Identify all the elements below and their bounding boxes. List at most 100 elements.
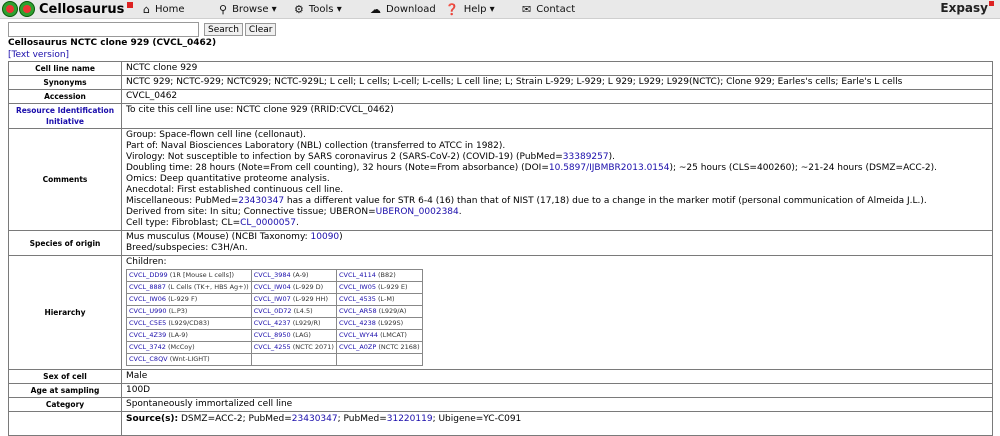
child-accession-link[interactable]: CVCL_4535 [339,295,376,303]
child-accession-link[interactable]: CVCL_3742 [129,343,166,351]
comment-derived: Derived from site: In situ; Connective t… [126,207,988,218]
taxonomy-link[interactable]: 10090 [311,232,340,242]
comment-text: ). [608,152,615,162]
search-button[interactable]: Search [204,23,243,36]
comment-text: Derived from site: In situ; Connective t… [126,207,376,217]
child-description: (L-929 E) [378,283,408,291]
child-accession-link[interactable]: CVCL_U990 [129,307,167,315]
nav-contact[interactable]: ✉ Contact [522,0,575,18]
child-accession-link[interactable]: CVCL_WY44 [339,331,378,339]
expasy-logo[interactable]: Expasy [940,1,994,15]
pubmed-link[interactable]: 23430347 [238,196,284,206]
sources-text: DSMZ=ACC-2; PubMed= [178,414,292,424]
nav-tools[interactable]: ⚙ Tools ▾ [294,0,342,18]
text-version-anchor[interactable]: [Text version] [8,50,69,60]
child-cell: CVCL_U990 (L.P3) [126,305,252,318]
clear-button[interactable]: Clear [244,23,277,36]
child-cell: CVCL_4Z39 (LA-9) [126,329,252,342]
logo-text: Cellosaurus [39,1,125,17]
nav-help-label: Help ▾ [463,3,495,15]
nav-home[interactable]: ⌂ Home [143,0,185,18]
row-age: Age at sampling 100D [8,383,993,398]
child-accession-link[interactable]: CVCL_DD99 [129,271,168,279]
label-rrid-link[interactable]: Resource Identification Initiative [8,103,122,129]
child-accession-link[interactable]: CVCL_8887 [129,283,166,291]
external-link-icon [127,2,134,8]
children-table: CVCL_DD99 (1R [Mouse L cells]) CVCL_3984 … [126,269,423,366]
help-icon: ❓ [445,2,459,16]
search-input[interactable] [8,22,199,37]
child-description: (Wnt-LIGHT) [169,355,210,363]
child-cell: CVCL_3984 (A-9) [250,269,337,282]
label-sex: Sex of cell [8,369,122,384]
doi-link[interactable]: 10.5897/IJBMBR2013.0154 [549,163,670,173]
child-cell: CVCL_4114 (B82) [335,269,423,282]
sources-text: ; Ubigene=YC-C091 [432,414,522,424]
child-accession-link[interactable]: CVCL_C5E5 [129,319,166,327]
child-description: (McCoy) [168,343,195,351]
cellosaurus-logo[interactable]: Cellosaurus [2,1,134,17]
child-description: (L-929 D) [292,283,324,291]
child-accession-link[interactable]: CVCL_4238 [339,319,376,327]
species-line: Mus musculus (Mouse) (NCBI Taxonomy: 100… [126,232,988,243]
child-accession-link[interactable]: CVCL_4237 [254,319,291,327]
comment-misc: Miscellaneous: PubMed=23430347 has a dif… [126,196,988,207]
child-accession-link[interactable]: CVCL_8950 [254,331,291,339]
child-accession-link[interactable]: CVCL_4Z39 [129,331,166,339]
child-cell: CVCL_4535 (L-M) [335,293,423,306]
pubmed-link[interactable]: 33389257 [563,152,609,162]
comment-omics: Omics: Deep quantitative proteome analys… [126,174,330,184]
child-cell: CVCL_IW04 (L-929 D) [250,281,337,294]
label-category: Category [8,397,122,412]
comment-group: Group: Space-flown cell line (cellonaut)… [126,130,306,140]
external-link-icon [989,1,994,6]
child-accession-link[interactable]: CVCL_IW04 [254,283,291,291]
row-comments: Comments Group: Space-flown cell line (c… [8,128,993,231]
child-cell: CVCL_DD99 (1R [Mouse L cells]) [126,269,252,282]
children-row: CVCL_C8QV (Wnt-LIGHT) [126,353,423,366]
children-row: CVCL_3742 (McCoy) CVCL_4255 (NCTC 2071) CV… [126,341,423,354]
child-description: (L929/A) [378,307,407,315]
child-accession-link[interactable]: CVCL_3984 [254,271,291,279]
label-accession: Accession [8,89,122,104]
comment-virology: Virology: Not susceptible to infection b… [126,152,988,163]
children-row: CVCL_IW06 (L-929 F) CVCL_IW07 (L-929 HH) C… [126,293,423,306]
row-cell-line-name: Cell line name NCTC clone 929 [8,61,993,76]
text-version-link[interactable]: [Text version] [8,50,69,60]
child-cell: CVCL_3742 (McCoy) [126,341,252,354]
row-category: Category Spontaneously immortalized cell… [8,397,993,412]
child-description: (LA-9) [168,331,188,339]
child-description: (LMCAT) [380,331,407,339]
child-accession-link[interactable]: CVCL_IW07 [254,295,291,303]
nav-help[interactable]: ❓ Help ▾ [445,0,495,18]
child-accession-link[interactable]: CVCL_IW05 [339,283,376,291]
child-description: (B82) [377,271,396,279]
nav-contact-label: Contact [536,3,576,15]
child-accession-link[interactable]: CVCL_AR58 [339,307,377,315]
child-cell: CVCL_WY44 (LMCAT) [335,329,423,342]
species-text: Mus musculus (Mouse) (NCBI Taxonomy: [126,232,311,242]
comment-partof: Part of: Naval Biosciences Laboratory (N… [126,141,506,151]
comment-text: Virology: Not susceptible to infection b… [126,152,563,162]
child-description: (L.P3) [168,307,188,315]
child-cell: CVCL_0D72 (L4.5) [250,305,337,318]
nav-download[interactable]: ☁ Download [370,0,436,18]
logo-dot-icon [19,1,35,17]
child-description: (L929S) [377,319,404,327]
child-accession-link[interactable]: CVCL_A0ZP [339,343,376,351]
child-accession-link[interactable]: CVCL_C8QV [129,355,168,363]
pubmed-link[interactable]: 31220119 [387,414,433,424]
child-accession-link[interactable]: CVCL_4255 [254,343,291,351]
uberon-link[interactable]: UBERON_0002384 [376,207,459,217]
nav-browse[interactable]: ⚲ Browse ▾ [219,0,277,18]
row-hierarchy: Hierarchy Children: CVCL_DD99 (1R [Mouse… [8,255,993,370]
cl-link[interactable]: CL_0000057 [240,218,296,228]
pubmed-link[interactable]: 23430347 [292,414,338,424]
child-accession-link[interactable]: CVCL_4114 [339,271,376,279]
row-sources: Source(s): DSMZ=ACC-2; PubMed=23430347; … [8,411,993,436]
child-accession-link[interactable]: CVCL_IW06 [129,295,166,303]
nav-tools-label: Tools ▾ [308,3,342,15]
child-accession-link[interactable]: CVCL_0D72 [254,307,292,315]
value-cell-line-name: NCTC clone 929 [121,61,993,76]
label-synonyms: Synonyms [8,75,122,90]
